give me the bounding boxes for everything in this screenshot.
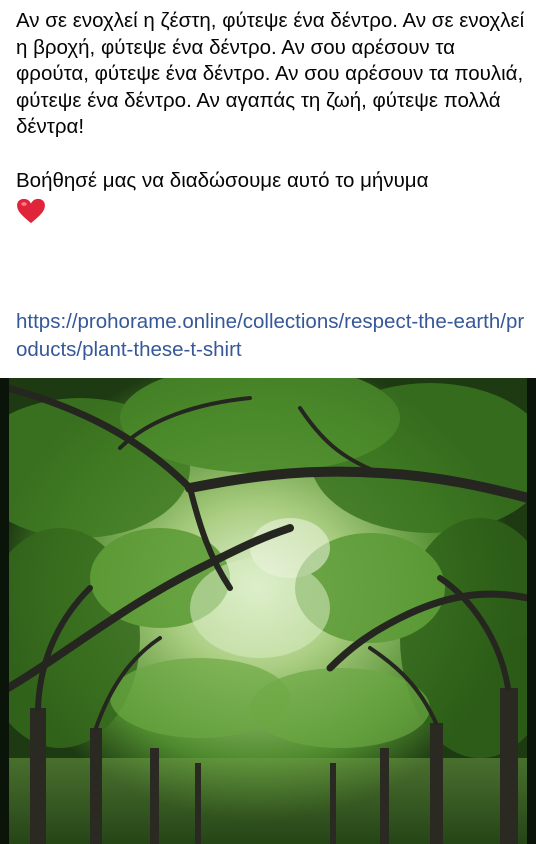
tree-canopy-photo[interactable] xyxy=(0,378,536,844)
post-link[interactable]: https://prohorame.online/collections/res… xyxy=(16,308,528,364)
tree-canopy-illustration xyxy=(0,378,536,844)
post-call-to-action: Βοήθησέ μας να διαδώσουμε αυτό το μήνυμα xyxy=(16,168,429,192)
post-message: Αν σε ενοχλεί η ζέστη, φύτεψε ένα δέντρο… xyxy=(16,9,525,138)
red-heart-icon xyxy=(17,198,45,224)
post: Αν σε ενοχλεί η ζέστη, φύτεψε ένα δέντρο… xyxy=(0,0,536,844)
post-text: Αν σε ενοχλεί η ζέστη, φύτεψε ένα δέντρο… xyxy=(16,8,528,224)
